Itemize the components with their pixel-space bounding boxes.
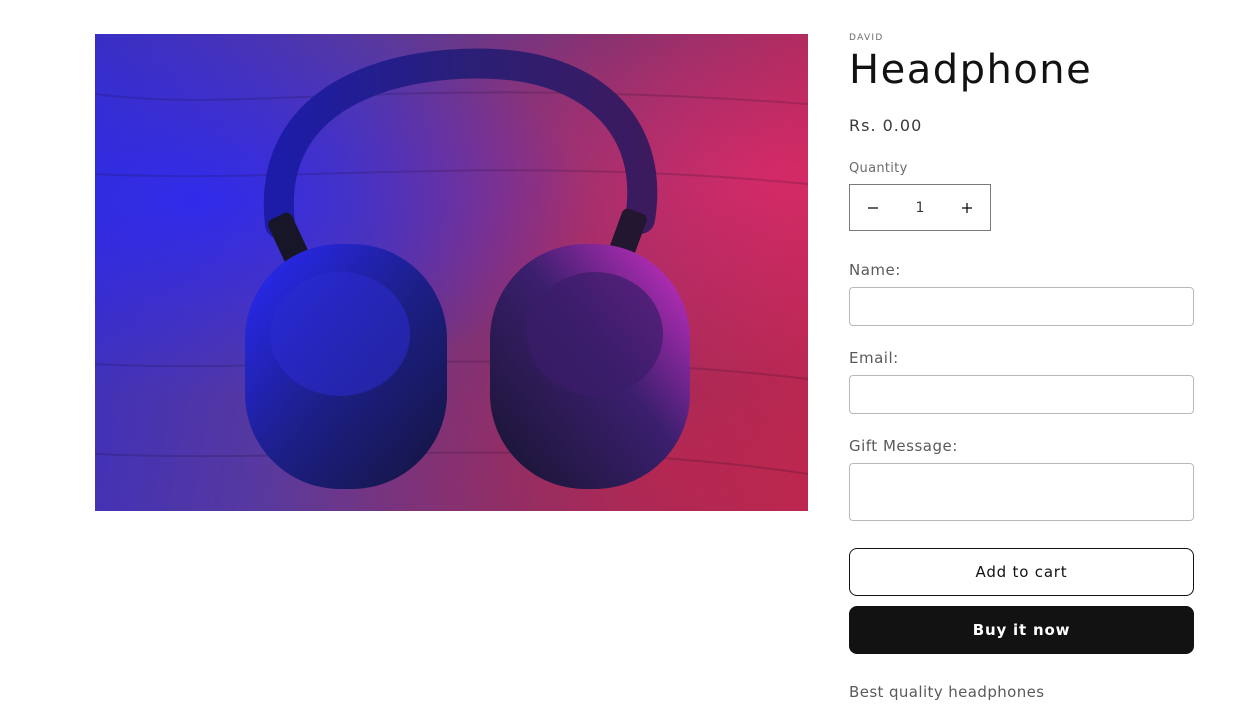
minus-icon xyxy=(868,206,878,209)
quantity-stepper: 1 xyxy=(849,184,991,231)
add-to-cart-button[interactable]: Add to cart xyxy=(849,548,1194,596)
headphone-illustration xyxy=(95,48,808,489)
product-image[interactable] xyxy=(95,34,808,511)
quantity-label: Quantity xyxy=(849,161,908,176)
gift-message-label: Gift Message: xyxy=(849,437,958,455)
email-field[interactable] xyxy=(849,375,1194,414)
email-label: Email: xyxy=(849,349,899,367)
product-page: DAVID Headphone Rs. 0.00 Quantity 1 Name… xyxy=(0,0,1254,727)
name-label: Name: xyxy=(849,261,901,279)
buy-now-button[interactable]: Buy it now xyxy=(849,606,1194,654)
product-title: Headphone xyxy=(849,47,1093,93)
product-vendor: DAVID xyxy=(849,33,884,43)
gift-message-field[interactable] xyxy=(849,463,1194,521)
quantity-input[interactable]: 1 xyxy=(896,200,944,216)
plus-icon xyxy=(962,202,972,213)
quantity-decrease-button[interactable] xyxy=(850,185,896,230)
product-description: Best quality headphones xyxy=(849,683,1045,701)
name-field[interactable] xyxy=(849,287,1194,326)
product-price: Rs. 0.00 xyxy=(849,116,923,135)
quantity-increase-button[interactable] xyxy=(944,185,990,230)
